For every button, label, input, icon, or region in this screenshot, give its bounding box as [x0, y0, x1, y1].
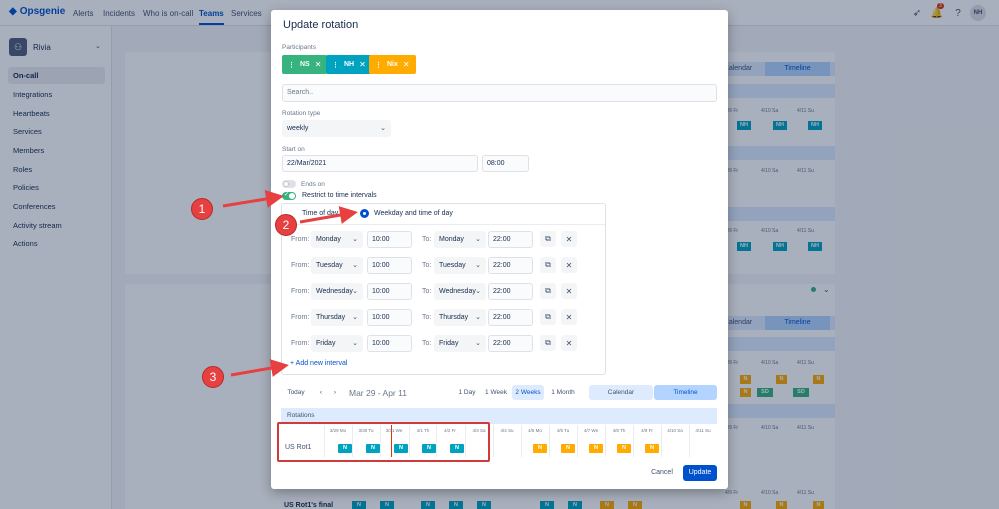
arrow-2 — [299, 206, 358, 224]
annotation-arrows — [222, 190, 358, 377]
callout-3: 3 — [202, 366, 224, 388]
callout-1: 1 — [191, 198, 213, 220]
highlight-box — [277, 422, 490, 462]
arrow-3 — [230, 359, 289, 377]
callout-2: 2 — [275, 214, 297, 236]
arrow-1 — [222, 190, 284, 208]
